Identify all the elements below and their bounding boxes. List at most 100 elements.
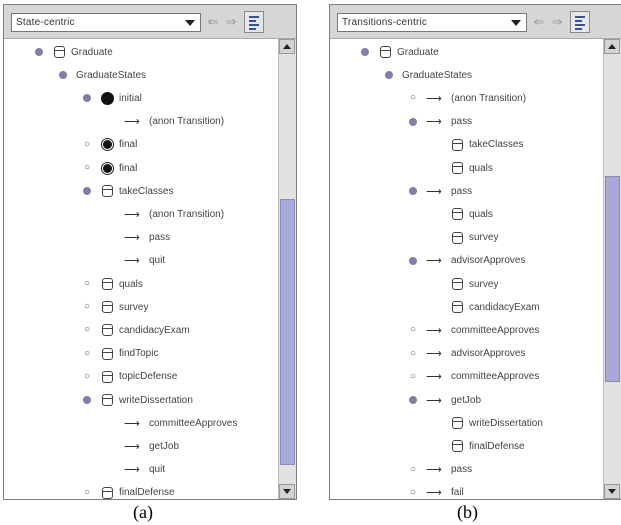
tree-row[interactable]: ○ ⟶ pass	[408, 462, 472, 478]
scroll-up-icon[interactable]	[279, 39, 295, 54]
tree-row[interactable]: ⟶ pass	[408, 114, 472, 130]
tree-row-label: candidacyExam	[119, 324, 190, 336]
expanded-node-icon[interactable]	[408, 117, 418, 127]
tree-row[interactable]: ○ ⟶ fail	[408, 485, 464, 499]
tree-row[interactable]: Graduate	[34, 44, 113, 60]
expanded-node-icon[interactable]	[34, 47, 44, 57]
tree-row[interactable]: Graduate	[360, 44, 439, 60]
tree-row[interactable]: ○ ⟶ (anon Transition)	[408, 90, 526, 106]
scroll-up-icon[interactable]	[604, 39, 620, 54]
collapsed-node-icon[interactable]: ○	[408, 487, 418, 498]
tree-row-label: (anon Transition)	[149, 116, 225, 128]
expanded-node-icon[interactable]	[82, 93, 92, 103]
vertical-scrollbar[interactable]	[603, 39, 621, 499]
tree-row[interactable]: ⟶ pass	[124, 230, 170, 246]
scroll-down-icon[interactable]	[604, 484, 620, 499]
tree-row[interactable]: ○ findTopic	[82, 346, 158, 362]
expanded-node-icon[interactable]	[408, 256, 418, 266]
tree-row[interactable]: survey	[450, 230, 498, 246]
tree-row[interactable]: GraduateStates	[384, 67, 472, 83]
state-tree[interactable]: Graduate GraduateStates initial ⟶ (anon Tran…	[4, 39, 281, 499]
tree-row[interactable]: quals	[450, 160, 493, 176]
tree-row[interactable]: writeDissertation	[82, 392, 193, 408]
expanded-node-icon[interactable]	[408, 186, 418, 196]
collapsed-node-icon[interactable]: ○	[408, 325, 418, 335]
tree-row-label: survey	[119, 301, 149, 313]
transition-arrow-icon: ⟶	[426, 348, 442, 361]
collapsed-node-icon[interactable]: ○	[82, 487, 92, 498]
scrollbar-thumb[interactable]	[605, 176, 620, 382]
tree-row[interactable]: ⟶ (anon Transition)	[124, 206, 224, 222]
tree-row[interactable]: ○ final	[82, 160, 137, 176]
tree-row[interactable]: writeDissertation	[450, 415, 543, 431]
tree-row[interactable]: takeClasses	[450, 137, 523, 153]
tree-row[interactable]: ○ candidacyExam	[82, 322, 190, 338]
back-arrow-icon[interactable]: ⇐	[531, 14, 547, 30]
tree-row[interactable]: ⟶ getJob	[124, 438, 179, 454]
collapsed-node-icon[interactable]: ○	[82, 163, 92, 173]
tree-row[interactable]: ⟶ committeeApproves	[124, 415, 237, 431]
tree-row[interactable]: ⟶ quit	[124, 462, 165, 478]
tree-row[interactable]: ○ ⟶ committeeApproves	[408, 369, 539, 385]
tree-row-label: quals	[469, 162, 493, 174]
tree-row[interactable]: ⟶ (anon Transition)	[124, 114, 224, 130]
tree-row-label: (anon Transition)	[149, 208, 225, 220]
tree-row[interactable]: ⟶ quit	[124, 253, 165, 269]
tree-row[interactable]: quals	[450, 206, 493, 222]
view-mode-select[interactable]: Transitions-centric	[337, 13, 527, 32]
tree-row[interactable]: ○ ⟶ committeeApproves	[408, 322, 539, 338]
scroll-down-icon[interactable]	[279, 484, 295, 499]
tree-row[interactable]: GraduateStates	[58, 67, 146, 83]
view-mode-select[interactable]: State-centric	[11, 13, 201, 32]
tree-row[interactable]: ⟶ pass	[408, 183, 472, 199]
collapsed-node-icon[interactable]: ○	[82, 279, 92, 289]
tree-row[interactable]: finalDefense	[450, 438, 525, 454]
tree-row[interactable]: takeClasses	[82, 183, 173, 199]
tree-row[interactable]: ○ final	[82, 137, 137, 153]
tree-row-label: survey	[469, 232, 499, 244]
list-view-toggle-button[interactable]	[570, 11, 590, 33]
tree-row[interactable]: survey	[450, 276, 498, 292]
chevron-down-icon[interactable]	[511, 20, 521, 26]
tree-row[interactable]: ○ survey	[82, 299, 148, 315]
tree-row[interactable]: ⟶ advisorApproves	[408, 253, 525, 269]
collapsed-node-icon[interactable]: ○	[408, 464, 418, 475]
forward-arrow-icon[interactable]: ⇒	[223, 14, 239, 30]
tree-row[interactable]: ○ ⟶ advisorApproves	[408, 346, 526, 362]
tree-row-label: (anon Transition)	[451, 92, 527, 104]
collapsed-node-icon[interactable]: ○	[82, 348, 92, 359]
list-view-toggle-button[interactable]	[244, 11, 264, 33]
expanded-node-icon[interactable]	[82, 186, 92, 196]
expanded-node-icon[interactable]	[408, 395, 418, 405]
expanded-node-icon[interactable]	[82, 395, 92, 405]
collapsed-node-icon[interactable]: ○	[408, 93, 418, 103]
back-arrow-icon[interactable]: ⇐	[205, 14, 221, 30]
collapsed-node-icon[interactable]: ○	[408, 348, 418, 359]
forward-arrow-icon[interactable]: ⇒	[549, 14, 565, 30]
scrollbar-thumb[interactable]	[280, 199, 295, 465]
expanded-node-icon[interactable]	[58, 70, 68, 80]
tree-row[interactable]: ○ topicDefense	[82, 369, 177, 385]
vertical-scrollbar[interactable]	[278, 39, 296, 499]
tree-row[interactable]: ○ finalDefense	[82, 485, 175, 499]
state-icon	[450, 300, 464, 314]
tree-row-label: GraduateStates	[402, 69, 473, 81]
transition-arrow-icon: ⟶	[426, 464, 442, 477]
expanded-node-icon[interactable]	[384, 70, 394, 80]
collapsed-node-icon[interactable]: ○	[82, 139, 92, 150]
tree-row-label: GraduateStates	[76, 69, 147, 81]
expanded-node-icon[interactable]	[360, 47, 370, 57]
tree-row[interactable]: ○ quals	[82, 276, 143, 292]
collapsed-node-icon[interactable]: ○	[82, 371, 92, 382]
tree-row[interactable]: ⟶ getJob	[408, 392, 481, 408]
transition-tree[interactable]: Graduate GraduateStates ○ ⟶ (anon Transition…	[330, 39, 607, 499]
tree-row-label: finalDefense	[119, 487, 175, 499]
tree-row[interactable]: candidacyExam	[450, 299, 540, 315]
tree-row[interactable]: initial	[82, 90, 142, 106]
collapsed-node-icon[interactable]: ○	[82, 302, 92, 312]
tree-row-label: Graduate	[71, 46, 113, 58]
tree-row-label: Graduate	[397, 46, 439, 58]
collapsed-node-icon[interactable]: ○	[82, 325, 92, 335]
chevron-down-icon[interactable]	[185, 20, 195, 26]
collapsed-node-icon[interactable]: ○	[408, 371, 418, 382]
